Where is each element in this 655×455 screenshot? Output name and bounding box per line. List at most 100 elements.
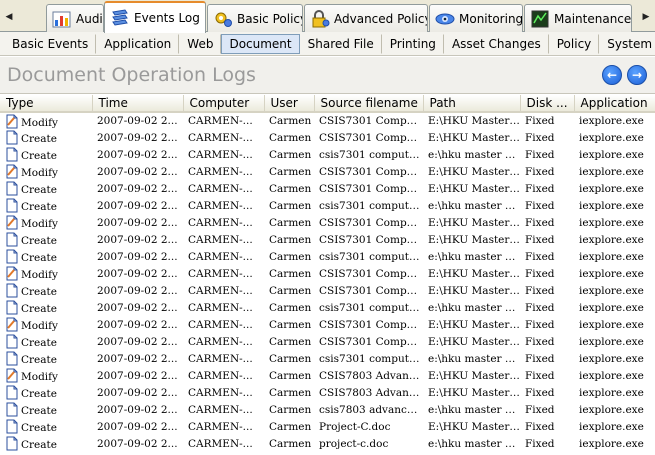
subtab-shared-file[interactable]: Shared File (300, 33, 382, 54)
cell-source-filename: csis7301 computer... (319, 199, 423, 212)
subtab-document[interactable]: Document (221, 33, 300, 54)
table-row[interactable]: Modify 2007-09-02 2... CARMEN-... Carmen CSI… (0, 214, 655, 231)
table-row[interactable]: Create 2007-09-02 2... CARMEN-... Carmen Pro… (0, 418, 655, 435)
column-header-disk[interactable]: Disk ... (520, 95, 575, 113)
table-row[interactable]: Create 2007-09-02 2... CARMEN-... Carmen csi… (0, 197, 655, 214)
type-label: Create (21, 252, 57, 264)
table-row[interactable]: Create 2007-09-02 2... CARMEN-... Carmen csi… (0, 350, 655, 367)
cell-time: 2007-09-02 2... (97, 437, 178, 450)
type-label: Modify (21, 116, 58, 129)
cell-source-filename: CSIS7803 Advanc... (319, 386, 423, 399)
table-row[interactable]: Create 2007-09-02 2... CARMEN-... Carmen pro… (0, 435, 655, 452)
table-row[interactable]: Modify 2007-09-02 2... CARMEN-... Carmen CSI… (0, 112, 655, 129)
column-header-source-filename[interactable]: Source filename (314, 95, 424, 113)
cell-type: Modify (0, 316, 92, 333)
type-label: Create (21, 150, 57, 162)
cell-application: iexplore.exe (579, 148, 644, 161)
forward-button[interactable]: → (627, 65, 647, 85)
cell-user: Carmen (269, 199, 312, 212)
cell-type: Create (0, 282, 92, 299)
subtab-system[interactable]: System (599, 34, 655, 54)
table-row[interactable]: Modify 2007-09-02 2... CARMEN-... Carmen CSI… (0, 367, 655, 384)
tab-scroll-left-button[interactable]: ◀ (2, 7, 16, 27)
cell-path: E:\HKU Master ... (428, 233, 520, 246)
cell-computer: CARMEN-... (188, 403, 253, 416)
cell-application: iexplore.exe (579, 352, 644, 365)
cell-type: Create (0, 180, 92, 197)
log-table-container[interactable]: Type Time Computer User Source filename … (0, 95, 655, 455)
table-row[interactable]: Create 2007-09-02 2... CARMEN-... Carmen CSI… (0, 384, 655, 401)
column-header-time[interactable]: Time (92, 95, 184, 113)
cell-path: E:\HKU Master ... (428, 165, 520, 178)
cell-source-filename: csis7301 computer... (319, 352, 423, 365)
cell-time: 2007-09-02 2... (97, 369, 178, 382)
column-header-application[interactable]: Application (574, 95, 655, 113)
cell-source-filename: csis7803 advanced... (319, 403, 423, 416)
document-icon (6, 436, 18, 451)
cell-computer: CARMEN-... (188, 437, 253, 450)
table-row[interactable]: Create 2007-09-02 2... CARMEN-... Carmen CSI… (0, 129, 655, 146)
cell-disk: Fixed (525, 369, 555, 382)
cell-time: 2007-09-02 2... (97, 335, 178, 348)
tab-scroll-right-button[interactable]: ▶ (639, 7, 653, 27)
table-row[interactable]: Create 2007-09-02 2... CARMEN-... Carmen csi… (0, 401, 655, 418)
cell-source-filename: CSIS7301 Compu... (319, 284, 423, 297)
document-icon (6, 351, 18, 366)
tab-events-log[interactable]: Events Log (104, 1, 206, 33)
subtab-printing[interactable]: Printing (382, 33, 444, 54)
column-header-type[interactable]: Type (0, 95, 93, 113)
column-header-user[interactable]: User (264, 95, 315, 113)
document-edit-icon (6, 215, 18, 230)
subtab-asset-changes[interactable]: Asset Changes (444, 33, 549, 54)
cell-path: E:\HKU Master ... (428, 284, 520, 297)
table-row[interactable]: Create 2007-09-02 2... CARMEN-... Carmen CSI… (0, 231, 655, 248)
table-row[interactable]: Modify 2007-09-02 2... CARMEN-... Carmen CSI… (0, 316, 655, 333)
table-row[interactable]: Modify 2007-09-02 2... CARMEN-... Carmen CSI… (0, 265, 655, 282)
subtab-application[interactable]: Application (96, 33, 180, 54)
cell-user: Carmen (269, 165, 312, 178)
cell-type: Create (0, 333, 92, 350)
document-icon (6, 198, 18, 213)
table-header-row: Type Time Computer User Source filename … (0, 95, 655, 113)
table-row[interactable]: Create 2007-09-02 2... CARMEN-... Carmen CSI… (0, 282, 655, 299)
cell-time: 2007-09-02 2... (97, 250, 178, 263)
cell-path: E:\HKU Master ... (428, 420, 520, 433)
cell-source-filename: CSIS7301 Compu... (319, 267, 423, 280)
chart-icon (52, 11, 71, 27)
column-header-path[interactable]: Path (423, 95, 521, 113)
back-button[interactable]: ← (602, 65, 622, 85)
subtab-basic-events[interactable]: Basic Events (4, 33, 97, 54)
tab-basic-policy[interactable]: Basic Policy (207, 4, 303, 32)
table-row[interactable]: Create 2007-09-02 2... CARMEN-... Carmen csi… (0, 248, 655, 265)
cell-disk: Fixed (525, 165, 555, 178)
tab-audit[interactable]: Audit (46, 4, 104, 32)
cell-application: iexplore.exe (579, 369, 644, 382)
cell-application: iexplore.exe (579, 403, 644, 416)
document-icon (6, 300, 18, 315)
cell-disk: Fixed (525, 403, 555, 416)
cell-computer: CARMEN-... (188, 131, 253, 144)
table-row[interactable]: Modify 2007-09-02 2... CARMEN-... Carmen CSI… (0, 163, 655, 180)
cell-disk: Fixed (525, 233, 555, 246)
cell-user: Carmen (269, 284, 312, 297)
cell-disk: Fixed (525, 115, 555, 127)
cell-time: 2007-09-02 2... (97, 386, 178, 399)
subtab-policy[interactable]: Policy (549, 33, 600, 54)
subtab-web[interactable]: Web (179, 33, 222, 54)
table-row[interactable]: Create 2007-09-02 2... CARMEN-... Carmen csi… (0, 299, 655, 316)
column-header-computer[interactable]: Computer (183, 95, 265, 113)
cell-path: E:\HKU Master ... (428, 369, 520, 382)
cell-source-filename: CSIS7301 Compu... (319, 318, 423, 331)
cell-path: E:\HKU Master ... (428, 267, 520, 280)
cell-computer: CARMEN-... (188, 267, 253, 280)
tab-maintenance[interactable]: Maintenance (524, 4, 632, 32)
table-row[interactable]: Create 2007-09-02 2... CARMEN-... Carmen CSI… (0, 333, 655, 350)
cell-type: Create (0, 401, 92, 418)
arrow-right-icon: → (631, 68, 643, 82)
tab-monitoring[interactable]: Monitoring (429, 4, 523, 32)
cell-time: 2007-09-02 2... (97, 318, 178, 331)
tab-advanced-policy[interactable]: Advanced Policy (304, 4, 428, 32)
cell-user: Carmen (269, 352, 312, 365)
table-row[interactable]: Create 2007-09-02 2... CARMEN-... Carmen csi… (0, 146, 655, 163)
table-row[interactable]: Create 2007-09-02 2... CARMEN-... Carmen CSI… (0, 180, 655, 197)
